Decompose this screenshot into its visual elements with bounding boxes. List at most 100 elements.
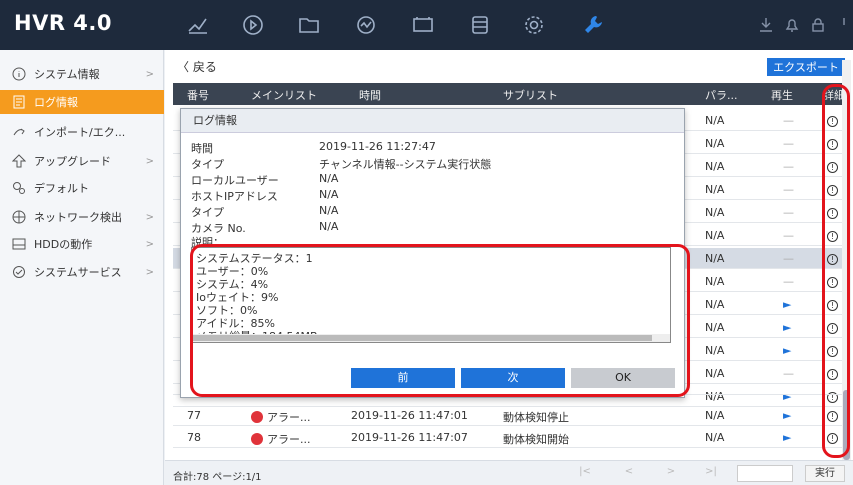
- table-row[interactable]: 77 アラー... 2019-11-26 11:47:01 動体検知停止 N/A…: [173, 405, 845, 426]
- row-param: N/A: [705, 137, 725, 150]
- play-icon[interactable]: ►: [783, 321, 791, 334]
- chevron-left-icon: 〈: [177, 60, 193, 74]
- live-view-icon[interactable]: [185, 12, 211, 38]
- power-icon[interactable]: [835, 16, 853, 34]
- row-param: N/A: [705, 298, 725, 311]
- import-icon: [12, 125, 26, 139]
- play-disabled[interactable]: —: [783, 114, 794, 127]
- camera-icon[interactable]: [410, 12, 436, 38]
- field-value: 2019-11-26 11:27:47: [319, 140, 436, 153]
- page-input[interactable]: [737, 465, 793, 482]
- sidebar-item-label: ネットワーク検出: [34, 211, 122, 224]
- info-icon: [12, 67, 26, 81]
- header-time[interactable]: 時間: [359, 87, 381, 103]
- row-time: 2019-11-26 11:47:07: [351, 431, 468, 444]
- bell-icon[interactable]: [783, 16, 801, 34]
- highlight-description: [190, 244, 690, 397]
- default-icon: [12, 181, 26, 195]
- export-button[interactable]: エクスポート: [767, 58, 845, 76]
- header-no[interactable]: 番号: [187, 87, 209, 103]
- field-label: タイプ: [191, 158, 224, 171]
- chevron-right-icon: >: [145, 238, 154, 250]
- settings-icon[interactable]: [521, 12, 547, 38]
- sidebar-item-label: HDDの動作: [34, 238, 93, 251]
- chevron-right-icon: >: [145, 155, 154, 167]
- play-disabled[interactable]: —: [783, 183, 794, 196]
- top-right-tools: [757, 16, 853, 34]
- play-disabled[interactable]: —: [783, 367, 794, 380]
- upgrade-icon: [12, 154, 26, 168]
- play-icon[interactable]: ►: [783, 409, 791, 422]
- play-disabled[interactable]: —: [783, 275, 794, 288]
- sidebar-item-system-service[interactable]: システムサービス >: [0, 260, 164, 284]
- sidebar-item-label: ログ情報: [34, 96, 78, 109]
- row-main: アラー...: [251, 409, 311, 425]
- alarm-icon: [251, 411, 263, 423]
- lock-icon[interactable]: [809, 16, 827, 34]
- play-icon[interactable]: ►: [783, 298, 791, 311]
- chevron-right-icon: >: [145, 211, 154, 223]
- field-value: N/A: [319, 172, 339, 185]
- row-param: N/A: [705, 206, 725, 219]
- file-icon[interactable]: [296, 12, 322, 38]
- play-disabled[interactable]: —: [783, 252, 794, 265]
- network-icon: [12, 210, 26, 224]
- row-no: 77: [187, 409, 201, 422]
- field-label: 時間: [191, 142, 213, 155]
- smart-icon[interactable]: [353, 12, 379, 38]
- hdd-icon: [12, 237, 26, 251]
- first-page-icon[interactable]: |<: [573, 466, 597, 482]
- play-disabled[interactable]: —: [783, 137, 794, 150]
- chevron-right-icon: >: [145, 68, 154, 80]
- top-bar: HVR 4.0: [0, 0, 853, 50]
- row-param: N/A: [705, 275, 725, 288]
- header-sub[interactable]: サブリスト: [503, 87, 558, 103]
- header-param[interactable]: パラ...: [705, 87, 738, 103]
- row-param: N/A: [705, 252, 725, 265]
- storage-icon[interactable]: [467, 12, 493, 38]
- play-icon[interactable]: ►: [783, 431, 791, 444]
- sidebar-item-upgrade[interactable]: アップグレード >: [0, 149, 164, 173]
- maintenance-icon[interactable]: [581, 12, 607, 38]
- sidebar: システム情報 > ログ情報 インポート/エク... アップグレード > デフォル…: [0, 50, 164, 485]
- row-main: アラー...: [251, 431, 311, 447]
- play-icon[interactable]: ►: [783, 344, 791, 357]
- sidebar-item-default[interactable]: デフォルト: [0, 176, 164, 200]
- row-param: N/A: [705, 114, 725, 127]
- highlight-detail-column: [822, 84, 850, 458]
- service-icon: [12, 265, 26, 279]
- sidebar-item-label: アップグレード: [34, 155, 111, 168]
- field-label: ホストIPアドレス: [191, 190, 278, 203]
- next-page-icon[interactable]: >: [659, 466, 683, 482]
- field-label: タイプ: [191, 206, 224, 219]
- total-count: 合計:78 ページ:1/1: [173, 472, 262, 483]
- sidebar-item-log-info[interactable]: ログ情報: [0, 90, 164, 114]
- field-value: N/A: [319, 204, 339, 217]
- prev-page-icon[interactable]: <: [617, 466, 641, 482]
- pagination-bar: 合計:78 ページ:1/1 |< < > >| 実行: [165, 460, 853, 485]
- sidebar-item-label: インポート/エク...: [34, 126, 126, 139]
- dialog-title: ログ情報: [181, 109, 684, 133]
- alarm-icon: [251, 433, 263, 445]
- sidebar-item-hdd[interactable]: HDDの動作 >: [0, 232, 164, 256]
- play-disabled[interactable]: —: [783, 229, 794, 242]
- header-main[interactable]: メインリスト: [251, 87, 317, 103]
- log-icon: [12, 95, 26, 109]
- last-page-icon[interactable]: >|: [699, 466, 723, 482]
- go-button[interactable]: 実行: [805, 465, 845, 482]
- table-row[interactable]: 78 アラー... 2019-11-26 11:47:07 動体検知開始 N/A…: [173, 427, 845, 448]
- play-disabled[interactable]: —: [783, 160, 794, 173]
- sidebar-item-import-export[interactable]: インポート/エク...: [0, 120, 164, 144]
- field-value: チャンネル情報--システム実行状態: [319, 158, 492, 171]
- playback-icon[interactable]: [240, 12, 266, 38]
- sidebar-item-system-info[interactable]: システム情報 >: [0, 62, 164, 86]
- sidebar-item-label: システム情報: [34, 68, 100, 81]
- back-link[interactable]: 〈 戻る: [177, 58, 217, 75]
- play-disabled[interactable]: —: [783, 206, 794, 219]
- header-play[interactable]: 再生: [771, 87, 793, 103]
- sidebar-item-label: デフォルト: [34, 182, 89, 195]
- sidebar-item-network-detect[interactable]: ネットワーク検出 >: [0, 205, 164, 229]
- row-param: N/A: [705, 229, 725, 242]
- field-value: N/A: [319, 188, 339, 201]
- download-icon[interactable]: [757, 16, 775, 34]
